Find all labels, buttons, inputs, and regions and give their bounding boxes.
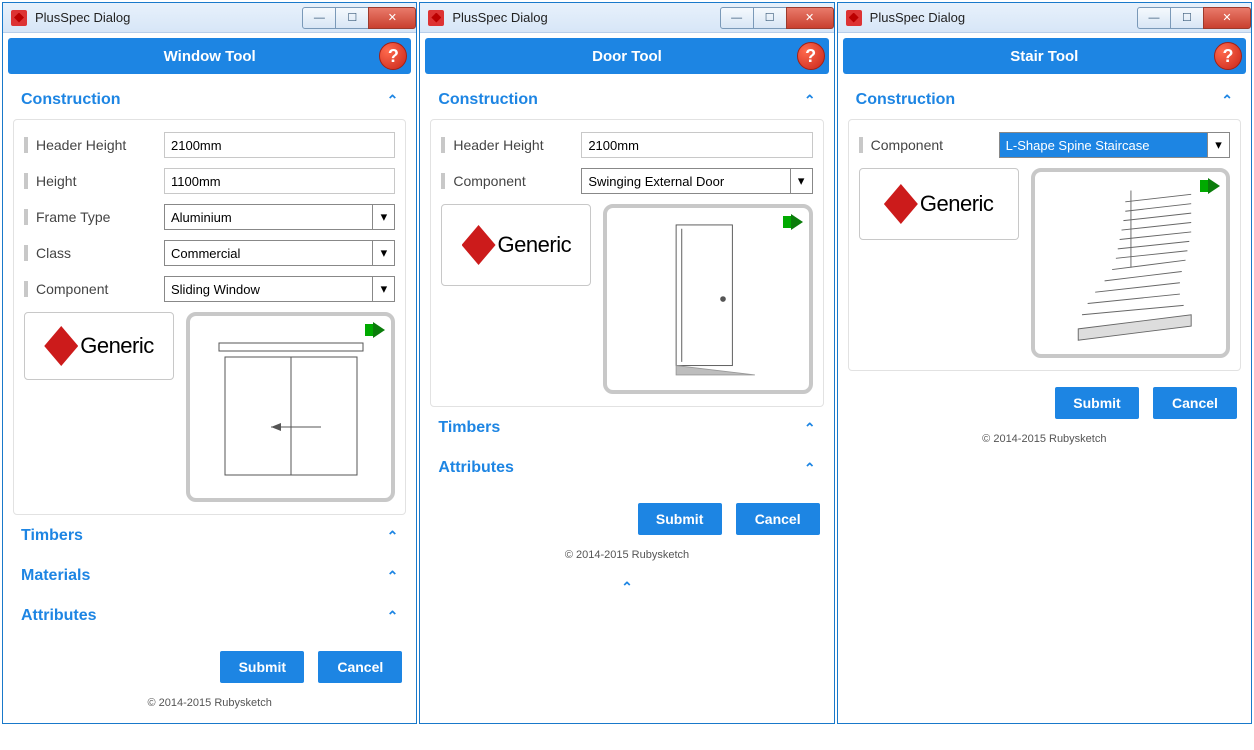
label-frame-type: Frame Type [24, 209, 164, 225]
brand-text: Generic [80, 333, 154, 359]
tool-header: Stair Tool ? [843, 38, 1246, 74]
label-header-height: Header Height [441, 137, 581, 153]
tool-header: Window Tool ? [8, 38, 411, 74]
section-timbers[interactable]: Timbers ⌃ [13, 515, 406, 555]
section-materials[interactable]: Materials ⌃ [13, 555, 406, 595]
chevron-up-icon: ⌃ [387, 568, 399, 585]
diamond-icon [884, 184, 918, 224]
brand-box: Generic [24, 312, 174, 380]
chevron-down-icon: ▾ [372, 205, 394, 229]
label-component: Component [24, 281, 164, 297]
brand-box: Generic [441, 204, 591, 286]
minimize-button[interactable]: — [1137, 7, 1171, 29]
label-component: Component [441, 173, 581, 189]
titlebar[interactable]: PlusSpec Dialog — ☐ ✕ [420, 3, 833, 33]
chevron-up-icon: ⌃ [387, 92, 399, 109]
arrow-icon [1200, 178, 1220, 194]
diamond-icon [462, 225, 496, 265]
construction-panel: Component L-Shape Spine Staircase ▾ Gene… [848, 119, 1241, 371]
copyright: © 2014-2015 Rubysketch [838, 427, 1251, 459]
select-component[interactable]: Sliding Window ▾ [164, 276, 395, 302]
close-button[interactable]: ✕ [786, 7, 834, 29]
construction-panel: Header Height Height Frame Type Aluminiu… [13, 119, 406, 515]
select-component[interactable]: Swinging External Door ▾ [581, 168, 812, 194]
section-construction[interactable]: Construction ⌃ [848, 79, 1241, 119]
maximize-button[interactable]: ☐ [335, 7, 369, 29]
chevron-down-icon: ▾ [372, 277, 394, 301]
titlebar[interactable]: PlusSpec Dialog — ☐ ✕ [3, 3, 416, 33]
titlebar[interactable]: PlusSpec Dialog — ☐ ✕ [838, 3, 1251, 33]
tool-title: Window Tool [164, 48, 256, 65]
help-icon[interactable]: ? [797, 42, 825, 70]
cancel-button[interactable]: Cancel [736, 503, 820, 535]
minimize-button[interactable]: — [302, 7, 336, 29]
brand-text: Generic [920, 191, 994, 217]
submit-button[interactable]: Submit [638, 503, 722, 535]
section-construction[interactable]: Construction ⌃ [430, 79, 823, 119]
section-attributes[interactable]: Attributes ⌃ [430, 447, 823, 487]
arrow-icon [783, 214, 803, 230]
chevron-down-icon: ▾ [790, 169, 812, 193]
chevron-up-icon: ⌃ [804, 460, 816, 477]
chevron-up-icon: ⌃ [1221, 92, 1233, 109]
label-height: Height [24, 173, 164, 189]
cancel-button[interactable]: Cancel [318, 651, 402, 683]
window-title: PlusSpec Dialog [870, 10, 1138, 25]
section-timbers[interactable]: Timbers ⌃ [430, 407, 823, 447]
chevron-up-icon[interactable]: ⌃ [420, 575, 833, 600]
input-height[interactable] [164, 168, 395, 194]
select-frame-type[interactable]: Aluminium ▾ [164, 204, 395, 230]
chevron-down-icon: ▾ [372, 241, 394, 265]
chevron-up-icon: ⌃ [387, 608, 399, 625]
app-icon [428, 10, 444, 26]
copyright: © 2014-2015 Rubysketch [3, 691, 416, 723]
chevron-up-icon: ⌃ [804, 92, 816, 109]
stair-tool-dialog: PlusSpec Dialog — ☐ ✕ Stair Tool ? Const… [837, 2, 1252, 724]
chevron-down-icon: ▾ [1207, 133, 1229, 157]
cancel-button[interactable]: Cancel [1153, 387, 1237, 419]
section-attributes[interactable]: Attributes ⌃ [13, 595, 406, 635]
chevron-up-icon: ⌃ [804, 420, 816, 437]
diamond-icon [44, 326, 78, 366]
tool-title: Door Tool [592, 48, 662, 65]
copyright: © 2014-2015 Rubysketch [420, 543, 833, 575]
component-preview[interactable] [186, 312, 395, 502]
tool-title: Stair Tool [1010, 48, 1078, 65]
window-title: PlusSpec Dialog [452, 10, 720, 25]
label-header-height: Header Height [24, 137, 164, 153]
submit-button[interactable]: Submit [220, 651, 304, 683]
section-label: Construction [21, 91, 121, 109]
window-title: PlusSpec Dialog [35, 10, 303, 25]
maximize-button[interactable]: ☐ [1170, 7, 1204, 29]
submit-button[interactable]: Submit [1055, 387, 1139, 419]
close-button[interactable]: ✕ [1203, 7, 1251, 29]
label-component: Component [859, 137, 999, 153]
input-header-height[interactable] [581, 132, 812, 158]
door-tool-dialog: PlusSpec Dialog — ☐ ✕ Door Tool ? Constr… [419, 2, 834, 724]
label-class: Class [24, 245, 164, 261]
tool-header: Door Tool ? [425, 38, 828, 74]
minimize-button[interactable]: — [720, 7, 754, 29]
section-construction[interactable]: Construction ⌃ [13, 79, 406, 119]
select-class[interactable]: Commercial ▾ [164, 240, 395, 266]
window-tool-dialog: PlusSpec Dialog — ☐ ✕ Window Tool ? Cons… [2, 2, 417, 724]
brand-box: Generic [859, 168, 1019, 240]
construction-panel: Header Height Component Swinging Externa… [430, 119, 823, 407]
close-button[interactable]: ✕ [368, 7, 416, 29]
arrow-icon [365, 322, 385, 338]
help-icon[interactable]: ? [1214, 42, 1242, 70]
app-icon [846, 10, 862, 26]
input-header-height[interactable] [164, 132, 395, 158]
brand-text: Generic [498, 232, 572, 258]
help-icon[interactable]: ? [379, 42, 407, 70]
maximize-button[interactable]: ☐ [753, 7, 787, 29]
app-icon [11, 10, 27, 26]
select-component[interactable]: L-Shape Spine Staircase ▾ [999, 132, 1230, 158]
component-preview[interactable] [1031, 168, 1230, 358]
component-preview[interactable] [603, 204, 812, 394]
chevron-up-icon: ⌃ [387, 528, 399, 545]
